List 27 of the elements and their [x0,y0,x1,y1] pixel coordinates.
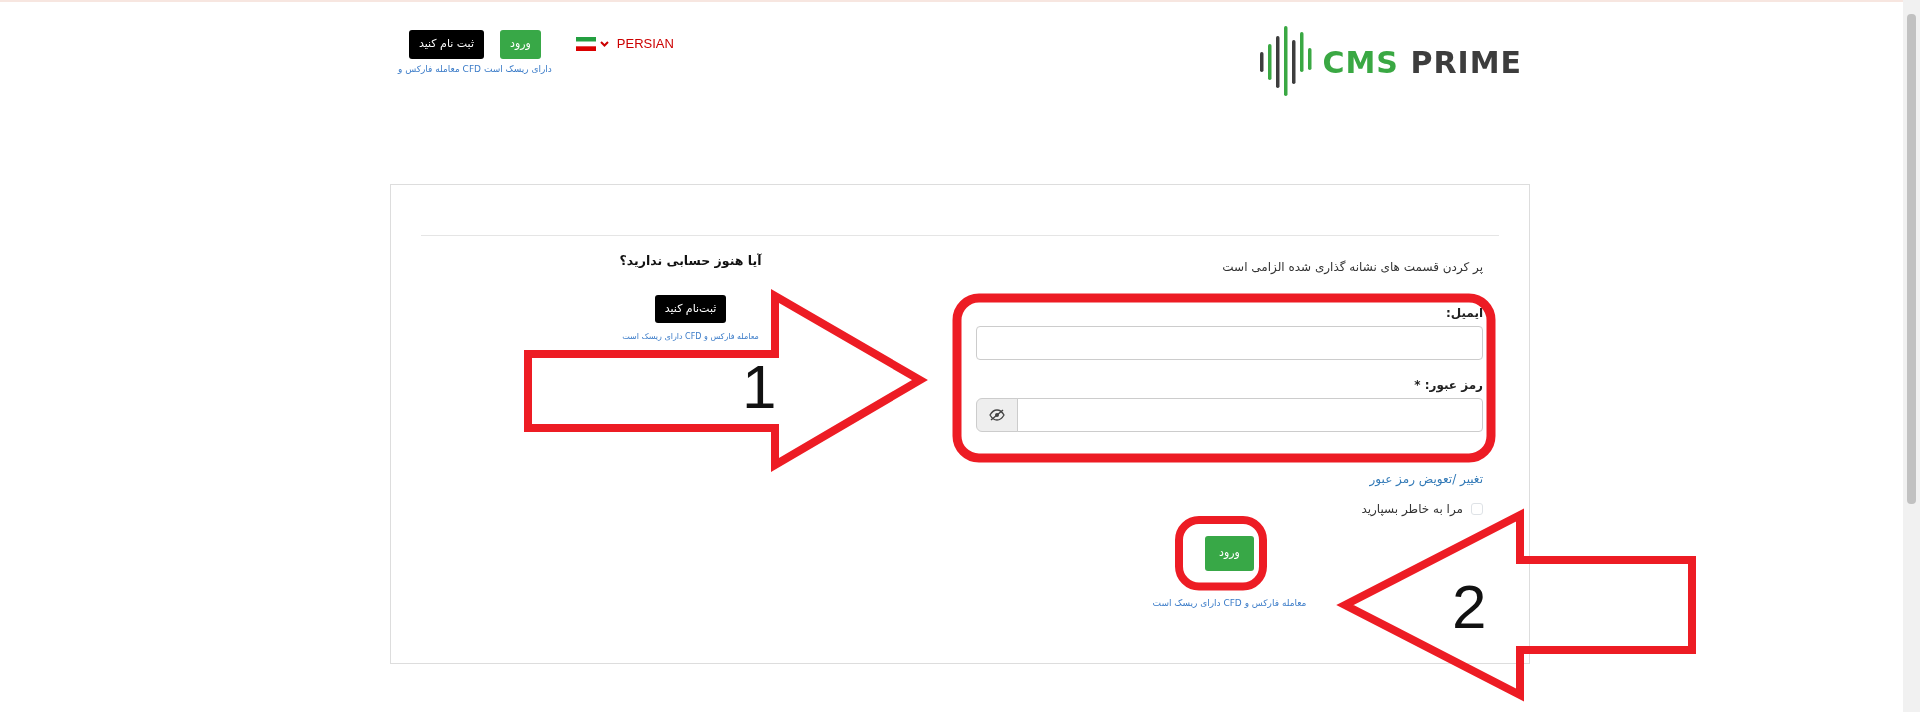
scrollbar[interactable] [1903,0,1920,712]
risk-notice: معامله فارکس و CFD دارای ریسک است [622,331,759,344]
login-button[interactable]: ورود [1205,536,1254,571]
risk-notice: معامله فارکس و CFD دارای ریسک است [398,62,552,76]
flag-dropdown[interactable] [575,36,609,51]
toggle-visibility-button[interactable] [976,398,1018,432]
remember-label: مرا به خاطر بسپارید [1361,501,1463,518]
field-label: رمز عبور: * [1413,377,1483,394]
flag-icon [575,36,596,51]
caret-icon [599,40,609,47]
login-button[interactable]: ورود [500,30,541,59]
field-label: ایمیل: [1444,305,1483,322]
step-number: 2 [1452,572,1487,641]
remember-checkbox[interactable] [1471,503,1483,515]
risk-notice: معامله فارکس و CFD دارای ریسک است [1152,596,1307,610]
logo-text: PRIME [1410,44,1522,80]
logo-text: CMS [1322,44,1399,80]
eye-slash-icon [989,409,1005,421]
signup-title: آیا هنوز حسابی ندارید؟ [619,252,762,270]
signup-button[interactable]: ثبت نام کنید [408,30,484,59]
required-note: پر کردن قسمت های نشانه گذاری شده الزامی است [1221,259,1483,276]
step-number: 1 [742,352,777,421]
password-field[interactable] [1017,398,1483,432]
reset-password-link[interactable]: تغییر /تعویض رمز عبور [1369,472,1483,486]
language-label[interactable]: PERSIAN [616,34,674,54]
email-field[interactable] [976,326,1483,360]
signup-button[interactable]: ثبت‌نام کنید [654,294,727,324]
